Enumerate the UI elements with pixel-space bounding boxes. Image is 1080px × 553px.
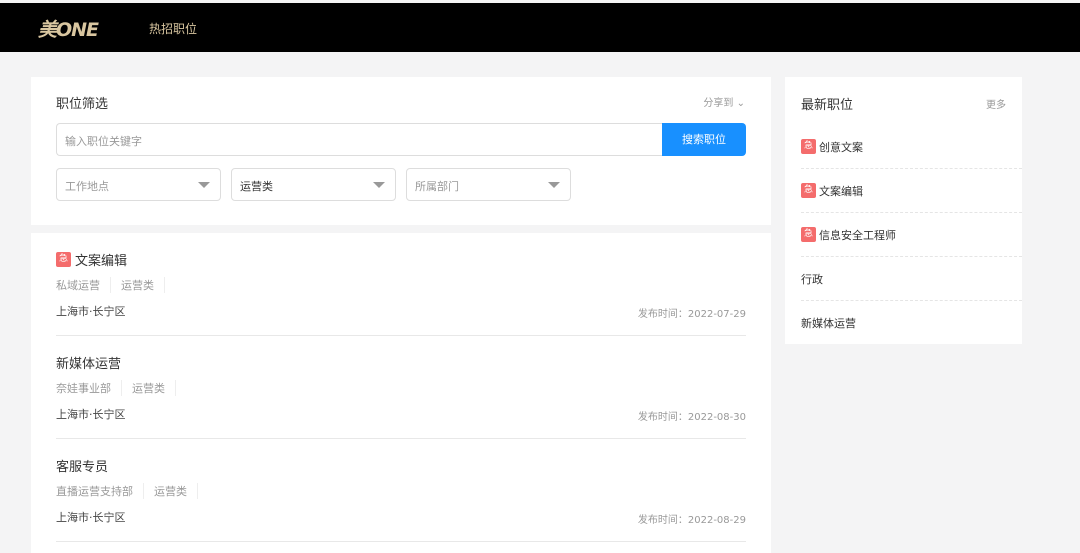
latest-job-item[interactable]: 急创意文案 [801,125,1022,169]
urgent-badge-icon: 急 [56,252,71,267]
job-date: 发布时间：2022-07-29 [637,309,746,320]
job-title[interactable]: 文案编辑 [75,250,127,269]
job-date: 发布时间：2022-08-30 [637,412,746,423]
location-label: 工作地点 [65,180,109,193]
top-nav-bar: 美ONE 热招职位 [0,3,1080,52]
nav-hot-jobs[interactable]: 热招职位 [149,20,197,37]
job-item[interactable]: 客服专员 直播运营支持部 运营类 上海市·长宁区 发布时间：2022-08-29 [56,439,746,542]
latest-job-label: 行政 [801,272,823,286]
latest-jobs-panel: 最新职位 更多 急创意文案 急文案编辑 急信息安全工程师 行政 新媒体运营 [785,77,1022,344]
job-tag: 直播运营支持部 [56,483,144,499]
job-tag: 运营类 [154,483,198,499]
job-list: 急文案编辑 私域运营 运营类 上海市·长宁区 发布时间：2022-07-29 新媒… [31,233,771,553]
category-select[interactable]: 运营类 [231,168,396,201]
urgent-badge-icon: 急 [801,139,816,154]
latest-job-label: 新媒体运营 [801,317,856,330]
latest-title: 最新职位 [801,98,854,113]
location-select[interactable]: 工作地点 [56,168,221,201]
caret-down-icon [373,182,385,188]
caret-down-icon [198,182,210,188]
job-item[interactable]: 急文案编辑 私域运营 运营类 上海市·长宁区 发布时间：2022-07-29 [56,233,746,336]
share-label: 分享到 [703,98,734,109]
latest-job-label: 信息安全工程师 [819,228,896,242]
job-location: 上海市·长宁区 [56,511,126,524]
job-location: 上海市·长宁区 [56,305,126,318]
latest-job-item[interactable]: 急信息安全工程师 [801,213,1022,257]
job-tag: 奈娃事业部 [56,380,122,396]
department-label: 所属部门 [415,180,459,193]
latest-job-item[interactable]: 行政 [801,257,1022,301]
urgent-badge-icon: 急 [801,183,816,198]
job-tag: 运营类 [121,277,165,293]
logo[interactable]: 美ONE [38,15,99,42]
job-title[interactable]: 客服专员 [56,456,108,475]
latest-job-item[interactable]: 新媒体运营 [801,301,1022,345]
search-button[interactable]: 搜索职位 [662,123,746,156]
job-title[interactable]: 新媒体运营 [56,353,121,372]
job-tag: 运营类 [132,380,176,396]
latest-job-label: 文案编辑 [819,184,863,198]
more-link[interactable]: 更多 [986,96,1006,111]
urgent-badge-icon: 急 [801,227,816,242]
job-item[interactable]: 新媒体运营 奈娃事业部 运营类 上海市·长宁区 发布时间：2022-08-30 [56,336,746,439]
caret-down-icon [548,182,560,188]
latest-job-label: 创意文案 [819,140,863,154]
job-tag: 私域运营 [56,277,111,293]
job-filter-panel: 职位筛选 分享到 ⌄ 输入职位关键字 搜索职位 工作地点 运营类 所属部门 [31,77,771,225]
share-dropdown[interactable]: 分享到 ⌄ [703,94,745,109]
chevron-down-icon: ⌄ [736,98,745,109]
latest-job-item[interactable]: 急文案编辑 [801,169,1022,213]
category-label: 运营类 [240,180,273,193]
job-location: 上海市·长宁区 [56,408,126,421]
department-select[interactable]: 所属部门 [406,168,571,201]
filter-title: 职位筛选 [56,97,109,112]
search-input[interactable]: 输入职位关键字 [56,123,662,156]
job-date: 发布时间：2022-08-29 [637,515,746,526]
